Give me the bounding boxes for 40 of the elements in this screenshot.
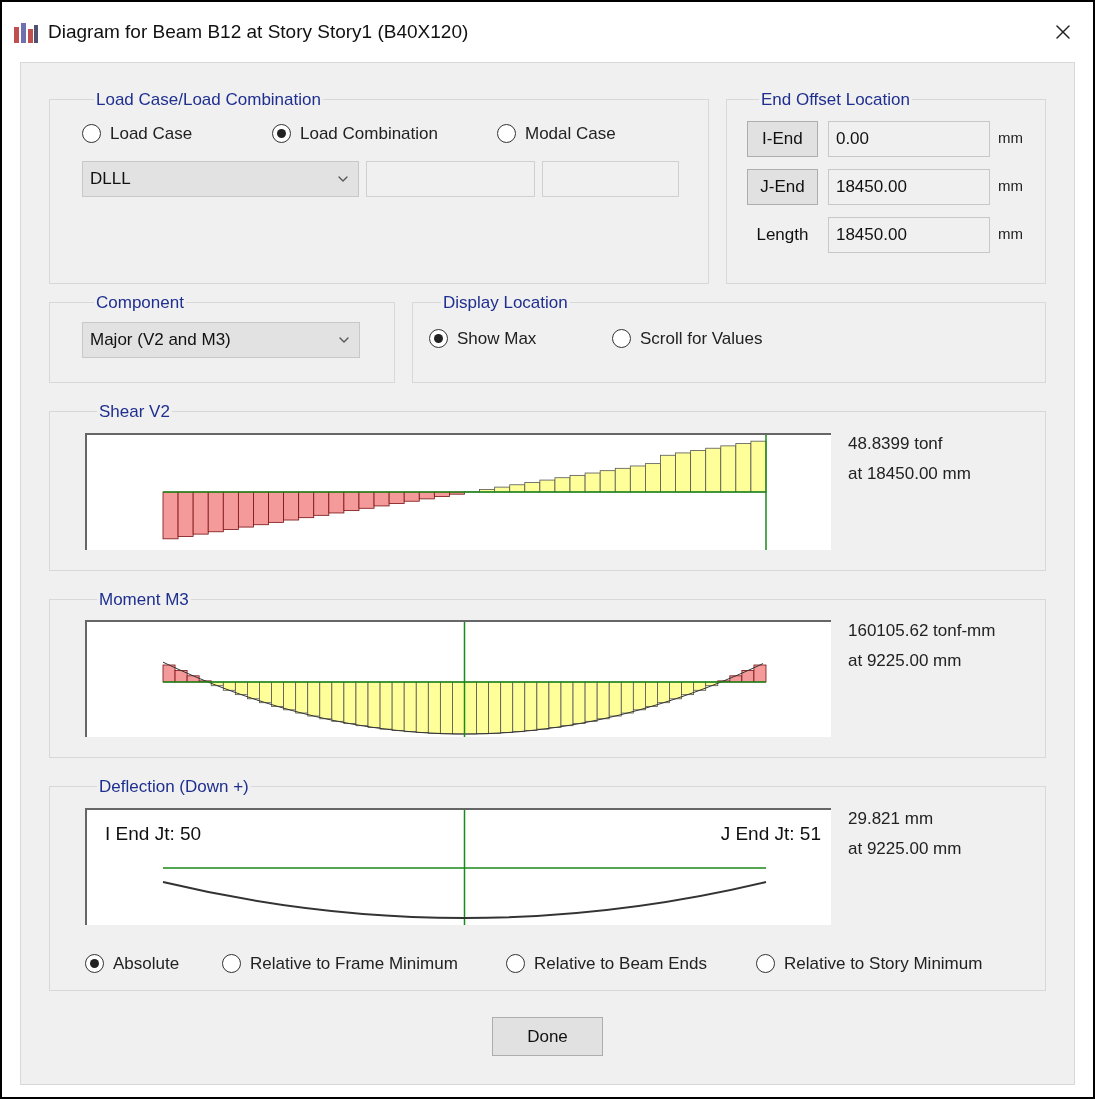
deflection-mode-radio[interactable]: Relative to Frame Minimum (222, 950, 506, 976)
input-field[interactable] (542, 161, 679, 197)
input-field[interactable] (366, 161, 535, 197)
load-case-radio[interactable]: Modal Case (497, 120, 616, 146)
unit-label: mm (997, 224, 1023, 245)
field-label: Length (755, 223, 810, 246)
max-location: at 9225.00 mm (848, 650, 963, 672)
joint-label: J End Jt: 51 (720, 821, 821, 846)
group-title: Moment M3 (98, 588, 190, 611)
group-title: Display Location (442, 292, 569, 314)
component-dropdown[interactable]: Major (V2 and M3) (82, 321, 360, 358)
load-case-radio[interactable]: Load Combination (272, 120, 497, 146)
deflection-mode-radio[interactable]: Relative to Beam Ends (506, 950, 756, 976)
window-title: Diagram for Beam B12 at Story Story1 (B40X120) (48, 19, 469, 44)
joint-label: I End Jt: 50 (105, 821, 202, 846)
max-value: 160105.62 tonf-mm (848, 620, 996, 642)
unit-label: mm (997, 176, 1023, 197)
group-title: Component (95, 292, 185, 314)
display-location-radio[interactable]: Scroll for Values (612, 325, 763, 351)
offset-field[interactable]: 18450.00 (827, 216, 990, 253)
max-location: at 9225.00 mm (848, 837, 962, 860)
combination-dropdown[interactable]: DLLL (82, 161, 359, 197)
group-title: Deflection (Down +) (98, 776, 250, 798)
max-value: 29.821 mm (848, 807, 935, 830)
offset-field[interactable]: 18450.00 (827, 168, 990, 205)
group-title: Load Case/Load Combination (95, 89, 322, 111)
end-button[interactable]: J-End (746, 168, 818, 205)
end-button[interactable]: I-End (746, 120, 818, 157)
deflection-mode-radio[interactable]: Absolute (85, 950, 222, 976)
app-icon (12, 21, 40, 43)
max-location: at 18450.00 mm (848, 462, 971, 485)
offset-field[interactable]: 0.00 (827, 120, 990, 157)
max-value: 48.8399 tonf (848, 432, 944, 455)
done-button[interactable]: Done (492, 1017, 603, 1056)
deflection-mode-radio[interactable]: Relative to Story Minimum (756, 950, 983, 976)
group-title: Shear V2 (98, 401, 171, 423)
load-case-radio[interactable]: Load Case (82, 120, 272, 146)
unit-label: mm (997, 128, 1023, 149)
group-title: End Offset Location (759, 89, 911, 111)
display-location-radio[interactable]: Show Max (429, 325, 612, 351)
